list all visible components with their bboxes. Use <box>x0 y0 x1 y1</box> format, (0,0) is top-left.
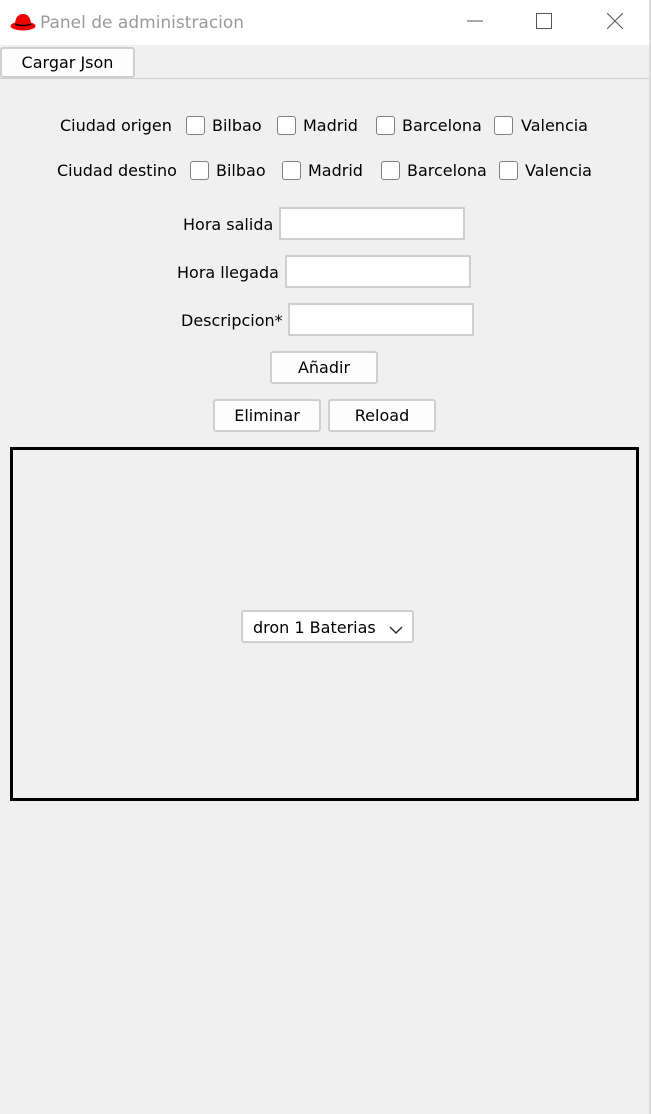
chevron-down-icon <box>388 621 404 635</box>
origin-label: Ciudad origen <box>60 116 172 135</box>
destination-checkbox-bilbao[interactable] <box>190 161 209 180</box>
destination-city-label: Valencia <box>525 161 592 180</box>
destination-checkbox-barcelona[interactable] <box>381 161 400 180</box>
departure-time-input[interactable] <box>279 207 465 240</box>
departure-time-label: Hora salida <box>183 215 274 234</box>
origin-checkbox-barcelona[interactable] <box>376 116 395 135</box>
title-bar: Panel de administracion <box>0 0 651 45</box>
origin-checkbox-valencia[interactable] <box>494 116 513 135</box>
minimize-icon <box>467 13 483 33</box>
origin-city-label: Madrid <box>303 116 358 135</box>
description-input[interactable] <box>288 303 474 336</box>
drone-select[interactable]: dron 1 Baterias <box>241 610 414 643</box>
destination-label: Ciudad destino <box>57 161 177 180</box>
destination-checkbox-madrid[interactable] <box>282 161 301 180</box>
add-button[interactable]: Añadir <box>270 351 378 384</box>
maximize-icon <box>536 12 552 33</box>
content-panel: dron 1 Baterias <box>10 447 639 801</box>
load-json-button[interactable]: Cargar Json <box>0 47 135 78</box>
minimize-button[interactable] <box>440 0 510 45</box>
description-label: Descripcion* <box>181 311 283 330</box>
red-hat-icon <box>10 12 36 32</box>
arrival-time-label: Hora llegada <box>177 263 279 282</box>
origin-checkbox-bilbao[interactable] <box>186 116 205 135</box>
origin-city-label: Bilbao <box>212 116 262 135</box>
arrival-time-input[interactable] <box>285 255 471 288</box>
close-icon <box>606 12 624 33</box>
toolbar: Cargar Json <box>0 45 651 79</box>
delete-button[interactable]: Eliminar <box>213 399 321 432</box>
destination-city-label: Bilbao <box>216 161 266 180</box>
reload-button[interactable]: Reload <box>328 399 436 432</box>
window-title: Panel de administracion <box>40 13 245 33</box>
destination-checkbox-valencia[interactable] <box>499 161 518 180</box>
drone-select-value: dron 1 Baterias <box>253 618 376 637</box>
origin-city-label: Barcelona <box>402 116 482 135</box>
destination-city-label: Madrid <box>308 161 363 180</box>
destination-city-label: Barcelona <box>407 161 487 180</box>
maximize-button[interactable] <box>509 0 579 45</box>
close-button[interactable] <box>580 0 650 45</box>
origin-city-label: Valencia <box>521 116 588 135</box>
origin-checkbox-madrid[interactable] <box>277 116 296 135</box>
